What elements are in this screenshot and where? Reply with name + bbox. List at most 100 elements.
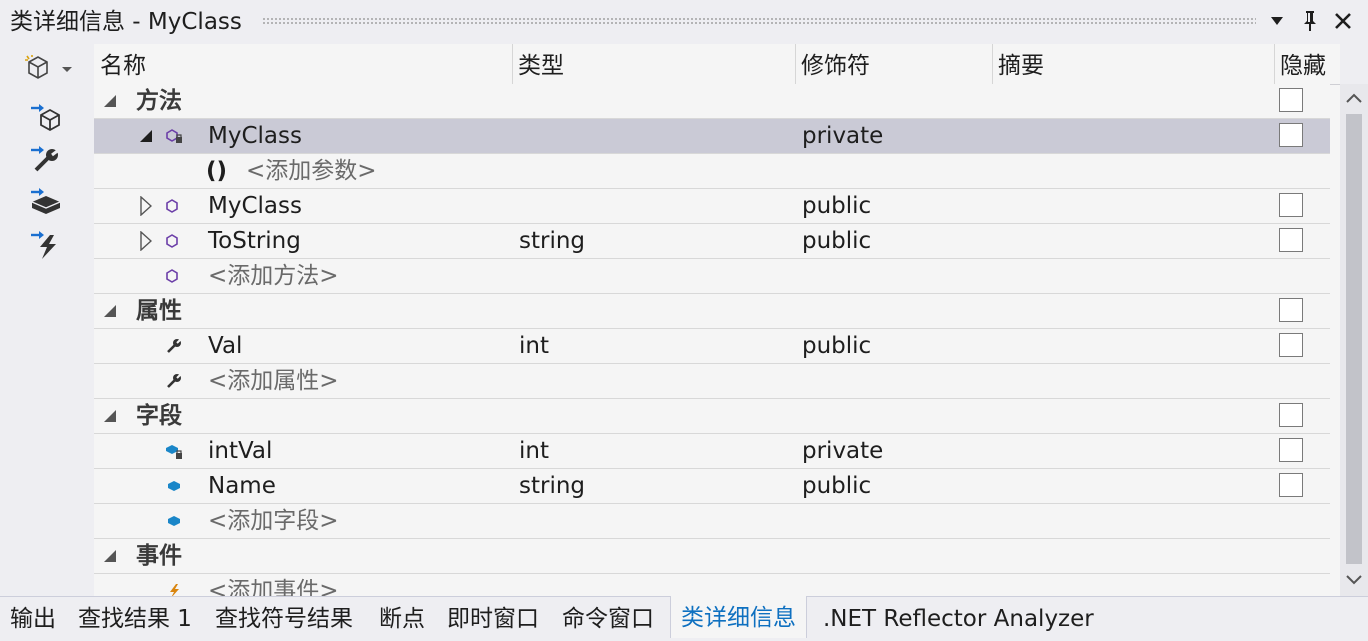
column-header-summary[interactable]: 摘要 (992, 44, 1268, 84)
member-name[interactable]: MyClass (208, 119, 302, 153)
group-row-properties[interactable]: 属性 (94, 294, 1330, 329)
tab-reflector-analyzer[interactable]: .NET Reflector Analyzer (823, 597, 1094, 638)
grid-header: 名称 类型 修饰符 摘要 隐藏 (94, 44, 1340, 85)
scroll-up-arrow-icon[interactable] (1340, 84, 1368, 112)
private-method-icon (164, 119, 184, 153)
add-method-row[interactable]: <添加方法> (94, 259, 1330, 294)
dropdown-arrow-icon[interactable] (1263, 6, 1291, 36)
field-icon (164, 504, 184, 538)
property-wrench-icon (164, 364, 184, 398)
member-modifier[interactable]: public (802, 224, 871, 258)
member-row-myclass-private[interactable]: MyClass private (94, 119, 1330, 154)
member-modifier[interactable]: private (802, 434, 883, 468)
window-title: 类详细信息 - MyClass (10, 9, 242, 35)
member-name[interactable]: Name (208, 469, 276, 503)
hidden-checkbox[interactable] (1279, 438, 1303, 462)
tab-immediate-window[interactable]: 即时窗口 (447, 597, 539, 638)
member-row-intval[interactable]: intVal int private (94, 434, 1330, 469)
tab-breakpoints[interactable]: 断点 (379, 597, 425, 638)
member-type[interactable]: int (519, 434, 549, 468)
add-event-row[interactable]: <添加事件> (94, 574, 1330, 596)
hidden-checkbox[interactable] (1279, 333, 1303, 357)
member-name[interactable]: ToString (208, 224, 301, 258)
add-method-placeholder[interactable]: <添加方法> (208, 259, 339, 293)
member-modifier[interactable]: private (802, 119, 883, 153)
hidden-checkbox[interactable] (1279, 123, 1303, 147)
expand-triangle-icon[interactable] (136, 224, 156, 258)
tab-find-symbol-results[interactable]: 查找符号结果 (215, 597, 353, 638)
add-event-placeholder[interactable]: <添加事件> (208, 574, 339, 596)
hidden-checkbox[interactable] (1279, 298, 1303, 322)
tab-class-details[interactable]: 类详细信息 (670, 596, 807, 638)
hidden-checkbox[interactable] (1279, 473, 1303, 497)
class-details-grid: 名称 类型 修饰符 摘要 隐藏 方法 MyClass private () <添… (94, 44, 1340, 596)
hidden-checkbox[interactable] (1279, 228, 1303, 252)
group-row-methods[interactable]: 方法 (94, 84, 1330, 119)
method-icon (162, 224, 182, 258)
event-lightning-icon (164, 574, 184, 596)
collapse-triangle-icon[interactable] (100, 399, 120, 433)
add-property-icon (28, 144, 64, 178)
scroll-down-arrow-icon[interactable] (1340, 566, 1368, 594)
add-event-button[interactable] (26, 230, 66, 264)
expand-triangle-icon[interactable] (136, 189, 156, 223)
new-member-icon (24, 54, 74, 88)
title-bar: 类详细信息 - MyClass (0, 0, 1368, 44)
member-name[interactable]: intVal (208, 434, 272, 468)
member-type[interactable]: int (519, 329, 549, 363)
add-field-icon (28, 186, 64, 220)
member-type[interactable]: string (519, 224, 585, 258)
add-property-placeholder[interactable]: <添加属性> (208, 364, 339, 398)
member-modifier[interactable]: public (802, 469, 871, 503)
member-name[interactable]: MyClass (208, 189, 302, 223)
scrollbar-thumb[interactable] (1346, 114, 1362, 564)
group-label: 属性 (136, 298, 182, 324)
column-header-type[interactable]: 类型 (512, 44, 798, 84)
hidden-checkbox[interactable] (1279, 193, 1303, 217)
add-method-icon (28, 102, 64, 136)
member-modifier[interactable]: public (802, 189, 871, 223)
column-header-hidden[interactable]: 隐藏 (1274, 44, 1340, 84)
group-label: 字段 (136, 403, 182, 429)
group-row-events[interactable]: 事件 (94, 539, 1330, 574)
add-method-button[interactable] (26, 102, 66, 136)
member-modifier[interactable]: public (802, 329, 871, 363)
collapse-triangle-icon[interactable] (100, 84, 120, 118)
vertical-scrollbar[interactable] (1340, 84, 1368, 596)
add-field-placeholder[interactable]: <添加字段> (208, 504, 339, 538)
add-parameter-placeholder[interactable]: <添加参数> (246, 154, 377, 188)
member-name[interactable]: Val (208, 329, 242, 363)
hidden-checkbox[interactable] (1279, 403, 1303, 427)
property-wrench-icon (164, 329, 184, 363)
add-property-button[interactable] (26, 144, 66, 178)
column-header-name[interactable]: 名称 (94, 44, 514, 84)
tool-window-tabs: 输出 查找结果 1 查找符号结果 断点 即时窗口 命令窗口 类详细信息 .NET… (0, 596, 1368, 638)
member-row-tostring[interactable]: ToString string public (94, 224, 1330, 259)
column-header-modifier[interactable]: 修饰符 (795, 44, 991, 84)
close-icon[interactable] (1329, 6, 1357, 36)
private-field-icon (164, 434, 184, 468)
param-row[interactable]: () <添加参数> (94, 154, 1330, 189)
group-label: 方法 (136, 88, 182, 114)
tab-find-results-1[interactable]: 查找结果 1 (78, 597, 192, 638)
add-field-button[interactable] (26, 186, 66, 220)
member-row-myclass-public[interactable]: MyClass public (94, 189, 1330, 224)
add-field-row[interactable]: <添加字段> (94, 504, 1330, 539)
method-icon (162, 259, 182, 293)
tab-output[interactable]: 输出 (10, 597, 56, 638)
group-row-fields[interactable]: 字段 (94, 399, 1330, 434)
member-row-val[interactable]: Val int public (94, 329, 1330, 364)
field-icon (164, 469, 184, 503)
collapse-triangle-icon[interactable] (100, 294, 120, 328)
collapse-triangle-icon[interactable] (100, 539, 120, 573)
parameter-parens-icon: () (206, 158, 228, 184)
tab-command-window[interactable]: 命令窗口 (562, 597, 654, 638)
member-row-name[interactable]: Name string public (94, 469, 1330, 504)
new-member-button[interactable] (20, 54, 78, 88)
hidden-checkbox[interactable] (1279, 88, 1303, 112)
member-type[interactable]: string (519, 469, 585, 503)
pin-icon[interactable] (1296, 6, 1324, 36)
add-property-row[interactable]: <添加属性> (94, 364, 1330, 399)
collapse-triangle-icon[interactable] (136, 119, 156, 153)
title-grip[interactable] (262, 17, 1256, 25)
